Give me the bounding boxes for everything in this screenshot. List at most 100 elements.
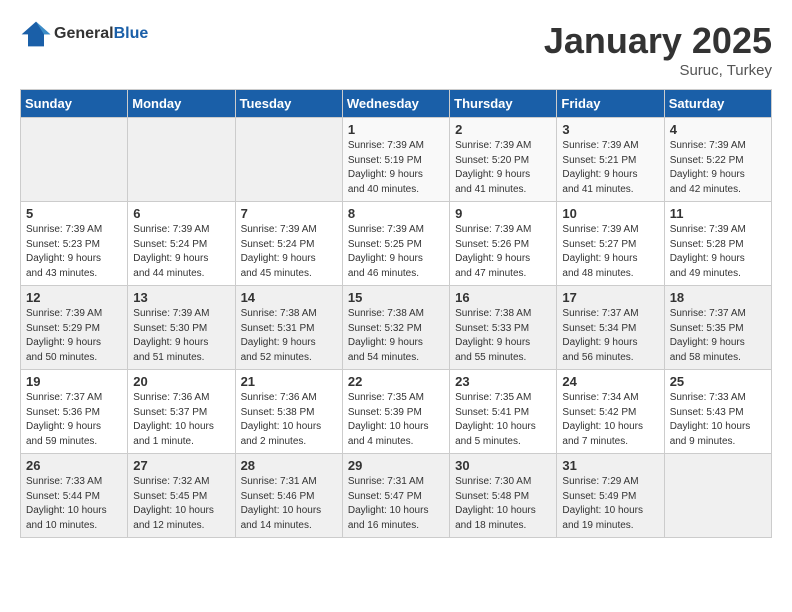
day-info: Sunrise: 7:30 AM Sunset: 5:48 PM Dayligh… bbox=[455, 475, 551, 533]
day-number: 14 bbox=[241, 290, 337, 305]
day-number: 21 bbox=[241, 374, 337, 389]
calendar-cell: 16 Sunrise: 7:38 AM Sunset: 5:33 PM Dayli… bbox=[450, 286, 557, 370]
calendar-cell: 10 Sunrise: 7:39 AM Sunset: 5:27 PM Dayli… bbox=[557, 202, 664, 286]
day-number: 30 bbox=[455, 458, 551, 473]
calendar-cell: 3 Sunrise: 7:39 AM Sunset: 5:21 PM Daylig… bbox=[557, 118, 664, 202]
day-number: 23 bbox=[455, 374, 551, 389]
day-number: 20 bbox=[133, 374, 229, 389]
month-title: January 2025 bbox=[544, 20, 772, 62]
calendar-cell: 18Sunrise: 7:37 AM Sunset: 5:35 PM Dayli… bbox=[664, 286, 771, 370]
day-number: 31 bbox=[562, 458, 658, 473]
day-number: 13 bbox=[133, 290, 229, 305]
calendar-cell: 20 Sunrise: 7:36 AM Sunset: 5:37 PM Dayli… bbox=[128, 370, 235, 454]
day-number: 2 bbox=[455, 122, 551, 137]
day-info: Sunrise: 7:36 AM Sunset: 5:38 PM Dayligh… bbox=[241, 391, 337, 449]
week-row-2: 5 Sunrise: 7:39 AM Sunset: 5:23 PM Daylig… bbox=[21, 202, 772, 286]
calendar-cell: 9Sunrise: 7:39 AM Sunset: 5:26 PM Daylig… bbox=[450, 202, 557, 286]
day-info: Sunrise: 7:39 AM Sunset: 5:27 PM Dayligh… bbox=[562, 223, 658, 281]
weekday-header-monday: Monday bbox=[128, 90, 235, 118]
day-info: Sunrise: 7:39 AM Sunset: 5:26 PM Dayligh… bbox=[455, 223, 551, 281]
day-info: Sunrise: 7:33 AM Sunset: 5:43 PM Dayligh… bbox=[670, 391, 766, 449]
calendar-cell: 5 Sunrise: 7:39 AM Sunset: 5:23 PM Daylig… bbox=[21, 202, 128, 286]
day-info: Sunrise: 7:39 AM Sunset: 5:28 PM Dayligh… bbox=[670, 223, 766, 281]
calendar-cell: 22Sunrise: 7:35 AM Sunset: 5:39 PM Dayli… bbox=[342, 370, 449, 454]
day-number: 8 bbox=[348, 206, 444, 221]
calendar-table: SundayMondayTuesdayWednesdayThursdayFrid… bbox=[20, 89, 772, 538]
day-info: Sunrise: 7:39 AM Sunset: 5:20 PM Dayligh… bbox=[455, 139, 551, 197]
weekday-header-sunday: Sunday bbox=[21, 90, 128, 118]
day-info: Sunrise: 7:39 AM Sunset: 5:23 PM Dayligh… bbox=[26, 223, 122, 281]
day-number: 28 bbox=[241, 458, 337, 473]
day-info: Sunrise: 7:33 AM Sunset: 5:44 PM Dayligh… bbox=[26, 475, 122, 533]
week-row-5: 26Sunrise: 7:33 AM Sunset: 5:44 PM Dayli… bbox=[21, 454, 772, 538]
logo-blue: Blue bbox=[114, 25, 149, 42]
calendar-cell: 14Sunrise: 7:38 AM Sunset: 5:31 PM Dayli… bbox=[235, 286, 342, 370]
day-number: 4 bbox=[670, 122, 766, 137]
day-number: 25 bbox=[670, 374, 766, 389]
weekday-header-saturday: Saturday bbox=[664, 90, 771, 118]
calendar-cell: 26Sunrise: 7:33 AM Sunset: 5:44 PM Dayli… bbox=[21, 454, 128, 538]
day-info: Sunrise: 7:32 AM Sunset: 5:45 PM Dayligh… bbox=[133, 475, 229, 533]
day-info: Sunrise: 7:39 AM Sunset: 5:22 PM Dayligh… bbox=[670, 139, 766, 197]
weekday-header-thursday: Thursday bbox=[450, 90, 557, 118]
calendar-cell bbox=[128, 118, 235, 202]
weekday-header-wednesday: Wednesday bbox=[342, 90, 449, 118]
day-number: 17 bbox=[562, 290, 658, 305]
logo-icon bbox=[20, 20, 52, 48]
calendar-cell: 19 Sunrise: 7:37 AM Sunset: 5:36 PM Dayli… bbox=[21, 370, 128, 454]
day-info: Sunrise: 7:35 AM Sunset: 5:41 PM Dayligh… bbox=[455, 391, 551, 449]
calendar-cell: 31Sunrise: 7:29 AM Sunset: 5:49 PM Dayli… bbox=[557, 454, 664, 538]
calendar-cell: 1 Sunrise: 7:39 AM Sunset: 5:19 PM Daylig… bbox=[342, 118, 449, 202]
day-number: 1 bbox=[348, 122, 444, 137]
calendar-cell: 30 Sunrise: 7:30 AM Sunset: 5:48 PM Dayli… bbox=[450, 454, 557, 538]
weekday-header-friday: Friday bbox=[557, 90, 664, 118]
day-number: 3 bbox=[562, 122, 658, 137]
day-info: Sunrise: 7:37 AM Sunset: 5:36 PM Dayligh… bbox=[26, 391, 122, 449]
calendar-cell: 15 Sunrise: 7:38 AM Sunset: 5:32 PM Dayli… bbox=[342, 286, 449, 370]
weekday-header-tuesday: Tuesday bbox=[235, 90, 342, 118]
day-number: 15 bbox=[348, 290, 444, 305]
logo-general: General bbox=[54, 25, 114, 42]
day-number: 18 bbox=[670, 290, 766, 305]
day-number: 29 bbox=[348, 458, 444, 473]
calendar-cell: 24Sunrise: 7:34 AM Sunset: 5:42 PM Dayli… bbox=[557, 370, 664, 454]
calendar-cell: 2 Sunrise: 7:39 AM Sunset: 5:20 PM Daylig… bbox=[450, 118, 557, 202]
day-number: 24 bbox=[562, 374, 658, 389]
day-number: 6 bbox=[133, 206, 229, 221]
day-number: 16 bbox=[455, 290, 551, 305]
day-info: Sunrise: 7:37 AM Sunset: 5:34 PM Dayligh… bbox=[562, 307, 658, 365]
day-number: 10 bbox=[562, 206, 658, 221]
day-info: Sunrise: 7:39 AM Sunset: 5:30 PM Dayligh… bbox=[133, 307, 229, 365]
calendar-cell: 13 Sunrise: 7:39 AM Sunset: 5:30 PM Dayli… bbox=[128, 286, 235, 370]
calendar-cell: 8Sunrise: 7:39 AM Sunset: 5:25 PM Daylig… bbox=[342, 202, 449, 286]
week-row-3: 12 Sunrise: 7:39 AM Sunset: 5:29 PM Dayli… bbox=[21, 286, 772, 370]
weekday-header-row: SundayMondayTuesdayWednesdayThursdayFrid… bbox=[21, 90, 772, 118]
calendar-cell: 7Sunrise: 7:39 AM Sunset: 5:24 PM Daylig… bbox=[235, 202, 342, 286]
day-info: Sunrise: 7:36 AM Sunset: 5:37 PM Dayligh… bbox=[133, 391, 229, 449]
day-number: 27 bbox=[133, 458, 229, 473]
calendar-cell: 17 Sunrise: 7:37 AM Sunset: 5:34 PM Dayli… bbox=[557, 286, 664, 370]
day-info: Sunrise: 7:39 AM Sunset: 5:21 PM Dayligh… bbox=[562, 139, 658, 197]
week-row-1: 1 Sunrise: 7:39 AM Sunset: 5:19 PM Daylig… bbox=[21, 118, 772, 202]
day-info: Sunrise: 7:38 AM Sunset: 5:32 PM Dayligh… bbox=[348, 307, 444, 365]
calendar-cell: 11Sunrise: 7:39 AM Sunset: 5:28 PM Dayli… bbox=[664, 202, 771, 286]
calendar-cell: 28Sunrise: 7:31 AM Sunset: 5:46 PM Dayli… bbox=[235, 454, 342, 538]
logo: GeneralBlue bbox=[20, 20, 148, 48]
calendar-cell: 21 Sunrise: 7:36 AM Sunset: 5:38 PM Dayli… bbox=[235, 370, 342, 454]
day-info: Sunrise: 7:38 AM Sunset: 5:33 PM Dayligh… bbox=[455, 307, 551, 365]
calendar-cell: 6 Sunrise: 7:39 AM Sunset: 5:24 PM Daylig… bbox=[128, 202, 235, 286]
calendar-cell: 12 Sunrise: 7:39 AM Sunset: 5:29 PM Dayli… bbox=[21, 286, 128, 370]
day-number: 12 bbox=[26, 290, 122, 305]
day-number: 5 bbox=[26, 206, 122, 221]
day-info: Sunrise: 7:39 AM Sunset: 5:29 PM Dayligh… bbox=[26, 307, 122, 365]
header: GeneralBlue January 2025 Suruc, Turkey bbox=[20, 20, 772, 79]
calendar-cell: 27 Sunrise: 7:32 AM Sunset: 5:45 PM Dayli… bbox=[128, 454, 235, 538]
calendar-cell: 25 Sunrise: 7:33 AM Sunset: 5:43 PM Dayli… bbox=[664, 370, 771, 454]
day-number: 19 bbox=[26, 374, 122, 389]
day-number: 7 bbox=[241, 206, 337, 221]
day-info: Sunrise: 7:39 AM Sunset: 5:24 PM Dayligh… bbox=[133, 223, 229, 281]
day-info: Sunrise: 7:39 AM Sunset: 5:19 PM Dayligh… bbox=[348, 139, 444, 197]
day-info: Sunrise: 7:31 AM Sunset: 5:47 PM Dayligh… bbox=[348, 475, 444, 533]
week-row-4: 19 Sunrise: 7:37 AM Sunset: 5:36 PM Dayli… bbox=[21, 370, 772, 454]
day-number: 22 bbox=[348, 374, 444, 389]
